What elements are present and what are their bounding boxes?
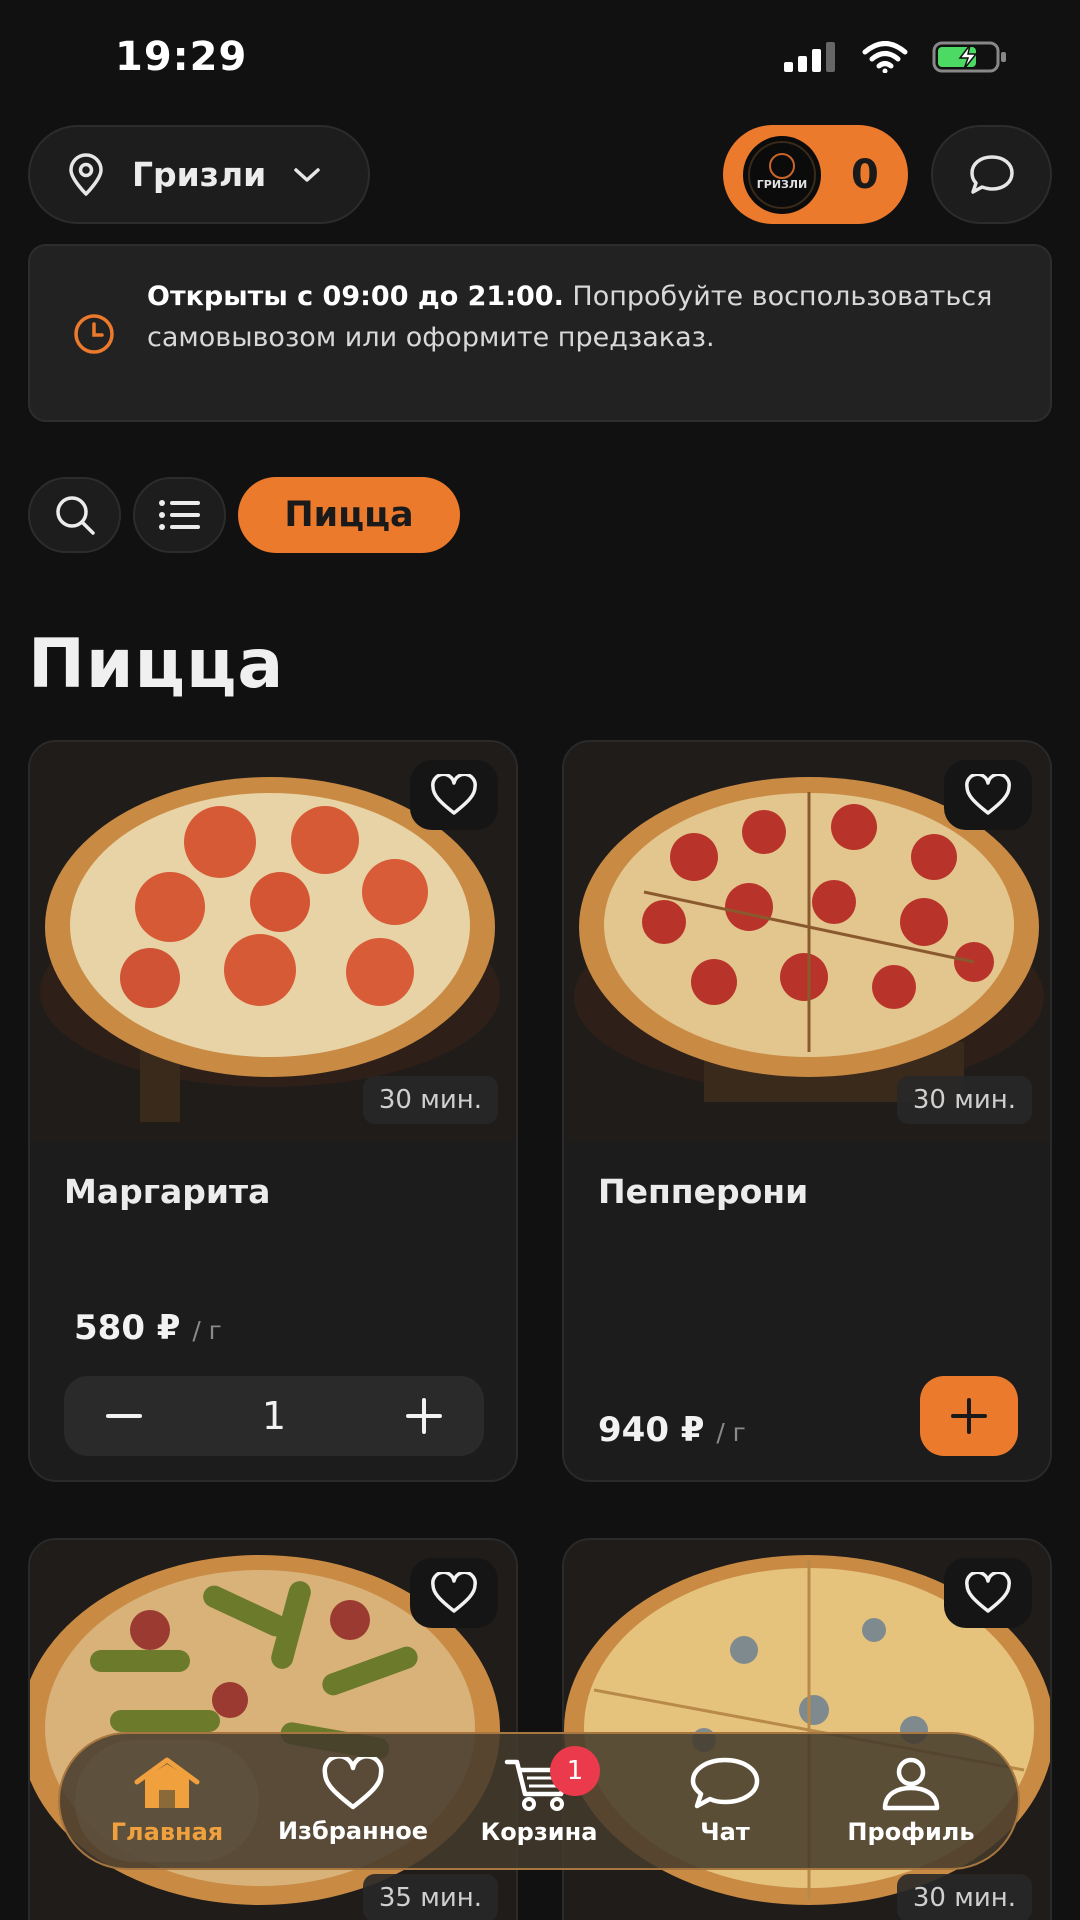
signal-icon xyxy=(784,42,835,72)
clock-icon xyxy=(74,314,114,354)
location-selector[interactable]: Гризли xyxy=(28,125,370,224)
cart-count-badge: 1 xyxy=(550,1746,600,1796)
tab-cart[interactable]: Корзина 1 xyxy=(447,1740,631,1862)
status-time: 19:29 xyxy=(115,34,248,80)
favorite-button[interactable] xyxy=(410,760,498,830)
category-filters: Пицца xyxy=(28,477,460,553)
location-pin-icon xyxy=(69,152,103,196)
tab-favorites[interactable]: Избранное xyxy=(261,1740,445,1862)
product-name: Пепперони xyxy=(598,1172,809,1211)
list-icon xyxy=(158,500,200,530)
bonus-button[interactable]: ГРИЗЛИ 0 xyxy=(723,125,908,224)
product-image: 30 мин. xyxy=(30,742,516,1142)
cooking-time-badge: 30 мин. xyxy=(896,1076,1032,1124)
status-icons xyxy=(784,40,1008,74)
bonus-count: 0 xyxy=(851,151,879,198)
profile-icon xyxy=(882,1757,940,1811)
section-title: Пицца xyxy=(28,625,285,704)
price-unit: / г xyxy=(716,1418,746,1447)
tab-label: Чат xyxy=(700,1818,750,1846)
home-icon xyxy=(134,1757,200,1808)
tab-label: Главная xyxy=(110,1818,224,1846)
favorite-button[interactable] xyxy=(944,760,1032,830)
price-unit: / г xyxy=(192,1316,222,1345)
battery-icon xyxy=(932,41,1006,73)
tab-home[interactable]: Главная xyxy=(75,1740,259,1862)
tab-profile[interactable]: Профиль xyxy=(819,1740,1003,1862)
quantity-value: 1 xyxy=(261,1394,287,1438)
product-card[interactable]: 30 мин. Пепперони 940 ₽ / г xyxy=(562,740,1052,1482)
price-value: 580 ₽ xyxy=(74,1308,181,1348)
favorite-button[interactable] xyxy=(410,1558,498,1628)
product-card[interactable]: 30 мин. Маргарита 580 ₽ / г 1 xyxy=(28,740,518,1482)
plus-icon xyxy=(951,1398,987,1434)
category-list-button[interactable] xyxy=(133,477,226,553)
tab-label: Избранное xyxy=(277,1817,429,1845)
product-price: 580 ₽ / г xyxy=(74,1308,222,1348)
chat-button[interactable] xyxy=(931,125,1052,224)
favorite-button[interactable] xyxy=(944,1558,1032,1628)
tab-label: Профиль xyxy=(847,1818,975,1846)
chat-bubble-icon xyxy=(969,154,1014,194)
notice-text: Открыты с 09:00 до 21:00. Попробуйте вос… xyxy=(147,276,1017,358)
add-to-cart-button[interactable] xyxy=(920,1376,1018,1456)
location-label: Гризли xyxy=(132,155,267,194)
wifi-icon xyxy=(862,41,908,73)
plus-icon[interactable] xyxy=(404,1396,444,1436)
tab-chat[interactable]: Чат xyxy=(633,1740,817,1862)
product-image: 30 мин. xyxy=(564,742,1050,1142)
product-price: 940 ₽ / г xyxy=(598,1410,746,1450)
heart-icon xyxy=(965,774,1011,815)
cooking-time-badge: 30 мин. xyxy=(896,1874,1032,1920)
search-button[interactable] xyxy=(28,477,121,553)
bottom-tab-bar: Главная Избранное Корзина 1 Чат Профиль xyxy=(58,1732,1020,1870)
tab-label: Корзина xyxy=(480,1818,598,1846)
notice-bold-text: Открыты с 09:00 до 21:00. xyxy=(147,281,564,312)
heart-icon xyxy=(965,1572,1011,1613)
opening-hours-notice: Открыты с 09:00 до 21:00. Попробуйте вос… xyxy=(28,244,1052,422)
cooking-time-badge: 30 мин. xyxy=(362,1076,498,1124)
chevron-down-icon xyxy=(294,167,320,182)
heart-icon xyxy=(431,774,477,815)
quantity-stepper: 1 xyxy=(64,1376,484,1456)
status-bar: 19:29 xyxy=(0,0,1080,120)
cooking-time-badge: 35 мин. xyxy=(362,1874,498,1920)
svg-text:ГРИЗЛИ: ГРИЗЛИ xyxy=(757,178,807,191)
category-chip-pizza[interactable]: Пицца xyxy=(238,477,460,553)
brand-logo: ГРИЗЛИ xyxy=(743,135,821,214)
minus-icon[interactable] xyxy=(104,1396,144,1436)
chat-icon xyxy=(690,1757,760,1809)
heart-icon xyxy=(431,1572,477,1613)
heart-icon xyxy=(322,1757,384,1810)
price-value: 940 ₽ xyxy=(598,1410,705,1450)
product-name: Маргарита xyxy=(64,1172,271,1211)
search-icon xyxy=(55,496,95,535)
